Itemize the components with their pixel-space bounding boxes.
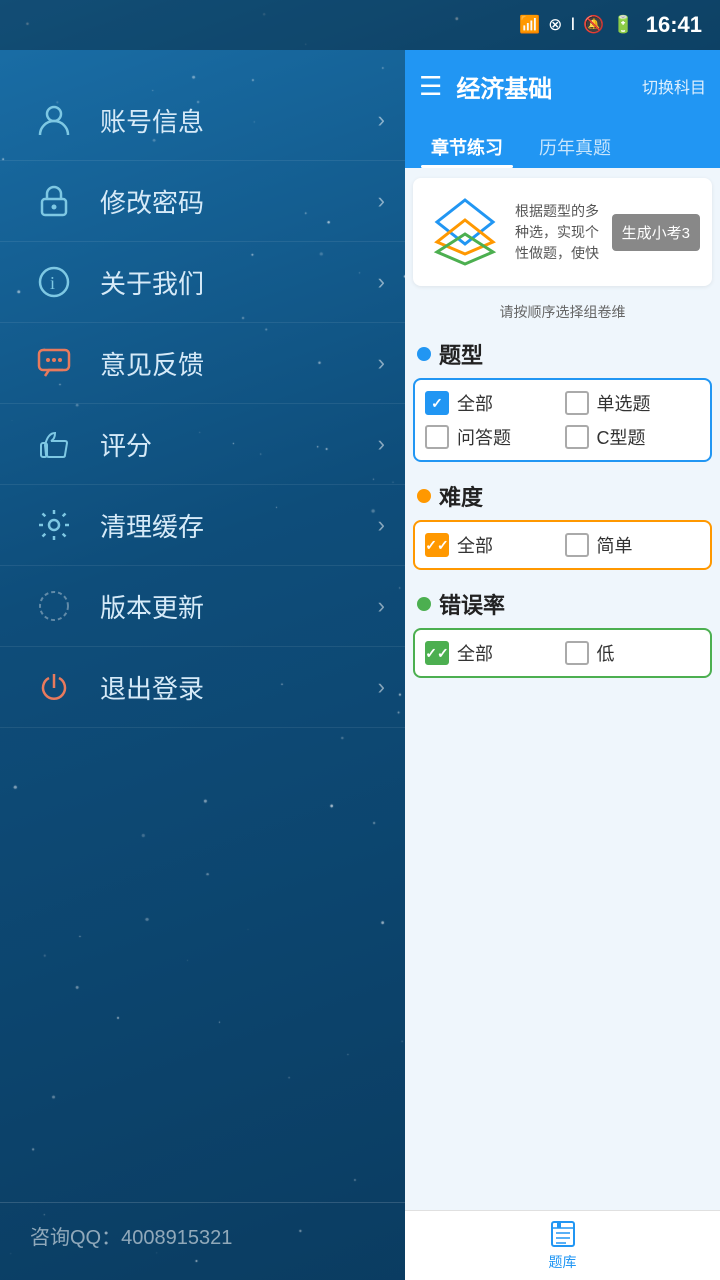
type-ctype-item[interactable]: C型题: [565, 424, 701, 450]
errorrate-dot: [417, 597, 431, 611]
about-arrow: ›: [378, 269, 385, 295]
tab-bar: 章节练习 历年真题: [405, 122, 720, 168]
wifi-icon: 📶: [519, 15, 540, 35]
panel-title: 经济基础: [456, 69, 642, 104]
diff-all-item[interactable]: ✓ 全部: [425, 532, 561, 558]
mute-icon: 🔕: [583, 15, 604, 35]
quiz-logo: [425, 192, 505, 272]
diff-all-checkbox[interactable]: ✓: [425, 533, 449, 557]
panel-header: ☰ 经济基础 切换科目: [405, 50, 720, 122]
cache-arrow: ›: [378, 512, 385, 538]
thumb-icon: [30, 420, 78, 468]
tab-chapter[interactable]: 章节练习: [413, 122, 521, 168]
quiz-card: 根据题型的多种选，实现个性做题，使快 生成小考3: [413, 178, 712, 286]
battery-icon: 🔋: [613, 15, 634, 35]
sidebar-item-password[interactable]: 修改密码 ›: [0, 161, 405, 242]
diff-easy-item[interactable]: 简单: [565, 532, 701, 558]
switch-subject[interactable]: 切换科目: [642, 74, 706, 98]
cache-label: 清理缓存: [100, 507, 378, 544]
status-icons: 📶 ⊗ Ⅰ 🔕 🔋: [519, 15, 634, 35]
section-difficulty-title: 难度: [405, 470, 720, 516]
type-dot: [417, 347, 431, 361]
chat-icon: [30, 339, 78, 387]
sidebar-item-update[interactable]: 版本更新 ›: [0, 566, 405, 647]
error-all-checkbox[interactable]: ✓: [425, 641, 449, 665]
hint-text: 请按顺序选择组卷维: [405, 296, 720, 328]
hamburger-icon[interactable]: ☰: [419, 71, 442, 102]
info-icon: i: [30, 258, 78, 306]
block-icon: ⊗: [548, 15, 562, 35]
feedback-arrow: ›: [378, 350, 385, 376]
update-arrow: ›: [378, 593, 385, 619]
type-single-item[interactable]: 单选题: [565, 390, 701, 416]
generate-quiz-button[interactable]: 生成小考3: [612, 214, 700, 251]
sidebar-item-cache[interactable]: 清理缓存 ›: [0, 485, 405, 566]
gear-icon: [30, 501, 78, 549]
errorrate-checkbox-group: ✓ 全部 低: [413, 628, 712, 678]
error-all-item[interactable]: ✓ 全部: [425, 640, 561, 666]
panel-content: 根据题型的多种选，实现个性做题，使快 生成小考3 请按顺序选择组卷维 题型 全部…: [405, 168, 720, 1210]
status-time: 16:41: [646, 12, 702, 38]
about-label: 关于我们: [100, 264, 378, 301]
bottom-nav: 题库: [405, 1210, 720, 1280]
diff-easy-checkbox[interactable]: [565, 533, 589, 557]
rate-arrow: ›: [378, 431, 385, 457]
account-arrow: ›: [378, 107, 385, 133]
update-label: 版本更新: [100, 588, 378, 625]
type-checkbox-group: 全部 单选题 问答题 C型题: [413, 378, 712, 462]
section-errorrate-title: 错误率: [405, 578, 720, 624]
lock-icon: [30, 177, 78, 225]
feedback-label: 意见反馈: [100, 345, 378, 382]
logout-arrow: ›: [378, 674, 385, 700]
user-icon: [30, 96, 78, 144]
svg-text:i: i: [50, 273, 55, 293]
update-icon: [30, 582, 78, 630]
book-icon: [548, 1219, 578, 1249]
contact-qq: 咨询QQ：4008915321: [30, 1227, 232, 1249]
type-qa-checkbox[interactable]: [425, 425, 449, 449]
type-qa-item[interactable]: 问答题: [425, 424, 561, 450]
right-panel: ☰ 经济基础 切换科目 章节练习 历年真题 根据题型的多种选，实现个性做: [405, 50, 720, 1280]
signal-icon: Ⅰ: [570, 15, 575, 35]
type-all-checkbox[interactable]: [425, 391, 449, 415]
difficulty-dot: [417, 489, 431, 503]
quiz-description: 根据题型的多种选，实现个性做题，使快: [515, 201, 602, 264]
tab-past[interactable]: 历年真题: [521, 122, 629, 168]
sidebar-item-feedback[interactable]: 意见反馈 ›: [0, 323, 405, 404]
password-label: 修改密码: [100, 183, 378, 220]
logout-label: 退出登录: [100, 669, 378, 706]
sidebar-item-rate[interactable]: 评分 ›: [0, 404, 405, 485]
password-arrow: ›: [378, 188, 385, 214]
sidebar-item-logout[interactable]: 退出登录 ›: [0, 647, 405, 728]
rate-label: 评分: [100, 426, 378, 463]
nav-item-question-bank[interactable]: 题库: [532, 1219, 594, 1272]
error-low-item[interactable]: 低: [565, 640, 701, 666]
error-low-checkbox[interactable]: [565, 641, 589, 665]
type-all-item[interactable]: 全部: [425, 390, 561, 416]
sidebar-item-account[interactable]: 账号信息 ›: [0, 80, 405, 161]
sidebar: 账号信息 › 修改密码 › i 关于我们 ›: [0, 50, 405, 1280]
type-ctype-checkbox[interactable]: [565, 425, 589, 449]
status-bar: 📶 ⊗ Ⅰ 🔕 🔋 16:41: [0, 0, 720, 50]
difficulty-checkbox-group: ✓ 全部 简单: [413, 520, 712, 570]
nav-question-bank-label: 题库: [549, 1252, 577, 1272]
power-icon: [30, 663, 78, 711]
sidebar-item-about[interactable]: i 关于我们 ›: [0, 242, 405, 323]
sidebar-footer: 咨询QQ：4008915321: [0, 1202, 405, 1280]
type-single-checkbox[interactable]: [565, 391, 589, 415]
account-label: 账号信息: [100, 102, 378, 139]
section-type-title: 题型: [405, 328, 720, 374]
